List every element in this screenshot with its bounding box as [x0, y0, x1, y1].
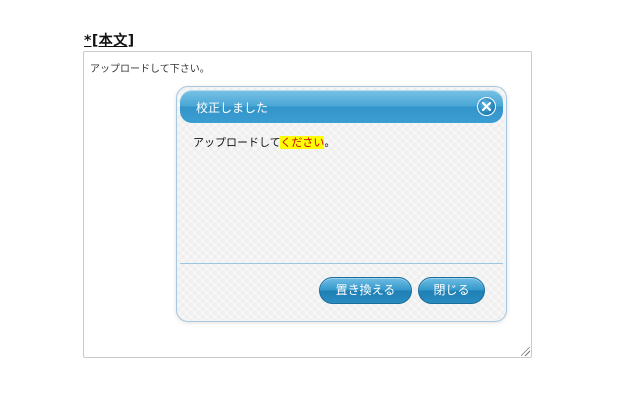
- body-field-label: *[本文]: [84, 33, 135, 49]
- close-x-glyph: [482, 102, 491, 111]
- page: *[本文] アップロードして下さい。 校正しました アップロードしてください。 …: [0, 0, 640, 400]
- proofread-dialog: 校正しました アップロードしてください。 置き換える 閉じる: [176, 86, 507, 322]
- close-button[interactable]: 閉じる: [418, 277, 485, 304]
- dialog-message: アップロードしてください。: [193, 134, 335, 150]
- dialog-divider: [180, 263, 503, 264]
- body-textarea-value: アップロードして下さい。: [90, 64, 210, 75]
- message-text-before: アップロードして: [193, 136, 281, 149]
- close-icon[interactable]: [477, 97, 496, 116]
- resize-grip-icon[interactable]: [521, 347, 530, 356]
- dialog-title: 校正しました: [196, 101, 269, 115]
- dialog-titlebar[interactable]: 校正しました: [180, 90, 503, 123]
- corrected-word-highlight: ください: [280, 136, 325, 149]
- message-text-after: 。: [324, 136, 336, 149]
- replace-button[interactable]: 置き換える: [319, 277, 412, 304]
